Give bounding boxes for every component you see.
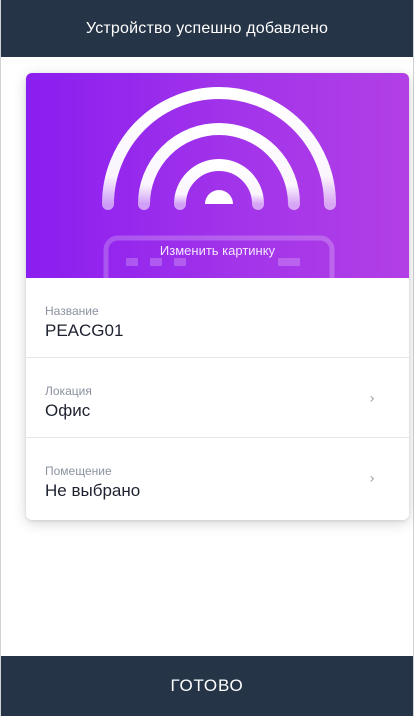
room-label: Помещение [45,464,112,478]
location-field[interactable]: Локация Офис › [26,358,409,438]
done-button[interactable]: ГОТОВО [1,656,413,716]
room-field[interactable]: Помещение Не выбрано › [26,438,409,518]
location-label: Локация [45,384,92,398]
device-image[interactable]: Изменить картинку [26,73,409,278]
device-card: Изменить картинку Название PEACG01 Локац… [26,73,409,520]
name-label: Название [45,304,99,318]
chevron-right-icon: › [369,391,375,407]
top-bar: Устройство успешно добавлено [1,0,413,57]
device-added-screen: Устройство успешно добавлено Изменить ка… [0,0,414,716]
location-value: Офис [45,401,91,420]
room-value: Не выбрано [45,481,141,500]
change-image-button[interactable]: Изменить картинку [26,243,409,258]
name-value: PEACG01 [45,321,124,340]
page-title: Устройство успешно добавлено [85,19,329,37]
done-button-label: ГОТОВО [170,676,244,695]
name-field[interactable]: Название PEACG01 [26,278,409,358]
chevron-right-icon: › [369,471,375,487]
